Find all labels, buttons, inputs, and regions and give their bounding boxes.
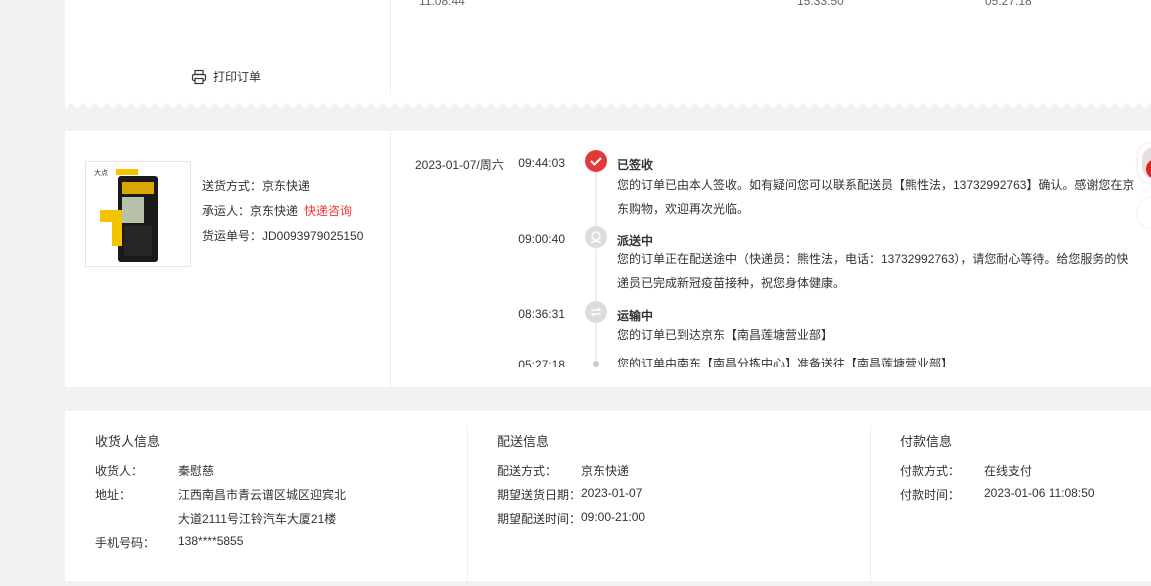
phone-label: 手机号码：: [95, 536, 156, 550]
print-order-label: 打印订单: [213, 70, 262, 84]
check-circle-icon: [585, 150, 607, 172]
cut-time-3: 05:27:18: [985, 0, 1032, 8]
delivery-method-value: 京东快递: [581, 464, 630, 478]
address-label: 地址：: [95, 488, 132, 502]
address-line-2: 大道2111号江铃汽车大厦21楼: [178, 512, 337, 526]
dot-icon: [593, 361, 599, 367]
panel-edge: [65, 98, 1151, 108]
expected-time-value: 09:00-21:00: [581, 510, 646, 524]
address-line-1: 江西南昌市青云谱区城区迎宾北: [178, 488, 347, 502]
delivery-method-label: 配送方式：: [497, 464, 558, 478]
cut-time-1: 11:08:44: [419, 0, 465, 8]
receiver-info-title: 收货人信息: [95, 434, 161, 449]
tracking-number: 货运单号：JD0093979025150: [202, 227, 363, 244]
expected-time-label: 期望配送时间：: [497, 512, 582, 526]
phone-value: 138****5855: [178, 534, 244, 548]
timeline-connector: [595, 323, 597, 363]
customer-service-avatar[interactable]: [1138, 143, 1151, 183]
event-description: 您的订单已由本人签收。如有疑问您可以联系配送员【熊性法，13732992763】…: [617, 178, 1135, 216]
payment-time-value: 2023-01-06 11:08:50: [984, 486, 1095, 500]
payment-time-label: 付款时间：: [900, 488, 961, 502]
carrier-value: 京东快递: [250, 204, 299, 218]
carrier-label: 承运人：: [202, 204, 251, 218]
timeline-connector: [595, 169, 597, 227]
shipping-method-value: 京东快递: [262, 179, 311, 193]
order-info-panel: 收货人信息 收货人： 秦慰慈 地址： 江西南昌市青云谱区城区迎宾北 大道2111…: [65, 411, 1151, 586]
express-consult-link[interactable]: 快递咨询: [304, 204, 352, 218]
payment-method-value: 在线支付: [984, 464, 1033, 478]
tracking-panel: 大点 送货方式：京东快递 承运人：京东快递 快递咨询 货运单号：JD0093979…: [65, 131, 1151, 387]
transit-icon: [585, 301, 607, 323]
payment-info-title: 付款信息: [900, 434, 953, 449]
event-description: 您的订单由南东【南昌分拣中心】准备送往【南昌莲塘营业部】: [617, 357, 954, 367]
printer-icon: [191, 69, 207, 84]
timeline-connector: [595, 249, 597, 301]
column-divider: [467, 426, 468, 586]
receiver-name-value: 秦慰慈: [178, 464, 215, 478]
event-description: 您的订单正在配送途中（快递员：熊性法，电话：13732992763），请您耐心等…: [617, 252, 1129, 290]
battery-tester-image: 大点: [94, 168, 158, 262]
order-summary-panel: 11:08:44 15:33:50 05:27:18 打印订单: [65, 0, 1151, 98]
product-image[interactable]: 大点: [85, 161, 191, 267]
print-order-button[interactable]: 打印订单: [191, 68, 261, 85]
timeline-date: 2023-01-07/周六: [415, 158, 504, 172]
event-status: 运输中: [617, 309, 654, 323]
courier-icon: [585, 226, 607, 248]
expected-date-label: 期望送货日期：: [497, 488, 582, 502]
shipping-method-label: 送货方式：: [202, 179, 263, 193]
event-time: 05:27:18: [518, 358, 565, 367]
event-time: 09:00:40: [518, 232, 565, 246]
event-description: 您的订单已到达京东【南昌莲塘营业部】: [617, 328, 834, 342]
event-status: 已签收: [617, 158, 654, 172]
receiver-name-label: 收货人：: [95, 464, 144, 478]
event-time: 08:36:31: [518, 307, 565, 321]
delivery-info-title: 配送信息: [497, 434, 550, 449]
expected-date-value: 2023-01-07: [581, 486, 643, 500]
tracking-number-value: JD0093979025150: [262, 229, 364, 243]
panel-divider: [390, 0, 391, 95]
event-time: 09:44:03: [518, 156, 565, 170]
column-divider: [870, 426, 871, 586]
tracking-number-label: 货运单号：: [202, 229, 263, 243]
payment-method-label: 付款方式：: [900, 464, 961, 478]
tracking-timeline[interactable]: 2023-01-07/周六 09:44:03 已签收 您的订单已由本人签收。如有…: [391, 131, 1151, 367]
cut-time-2: 15:33:50: [797, 0, 844, 8]
shipping-method: 送货方式：京东快递: [202, 177, 310, 194]
svg-text:大点: 大点: [94, 168, 108, 177]
carrier: 承运人：京东快递 快递咨询: [202, 202, 352, 219]
